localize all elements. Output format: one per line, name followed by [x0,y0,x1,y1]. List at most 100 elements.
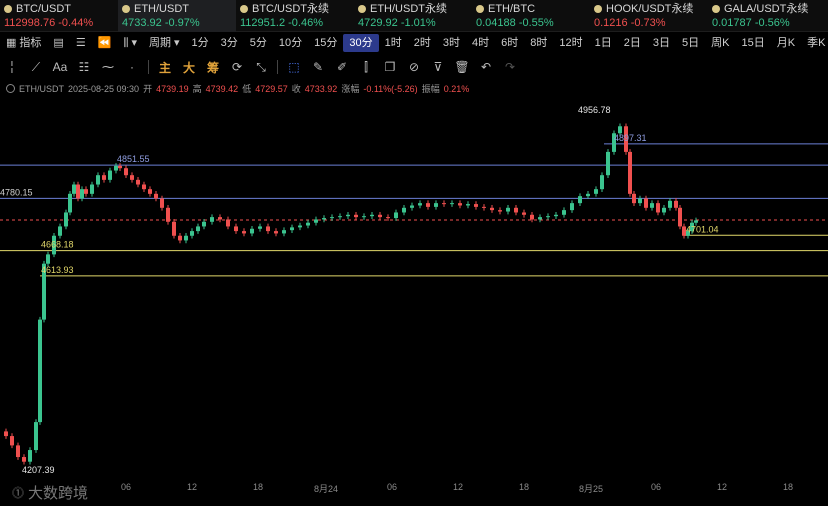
period-dropdown[interactable]: 周期 ▾ [143,34,186,52]
candle-body [10,436,14,446]
candle-body [482,206,486,208]
ticker-tab[interactable]: ETH/USDT 4733.92 -0.97% [118,0,236,32]
ticker-tab[interactable]: ETH/BTC 0.04188 -0.55% [472,0,590,32]
interval-button[interactable]: 1分 [186,34,215,52]
ticker-tab[interactable]: BTC/USDT永续 112951.2 -0.46% [236,0,354,32]
chip-button[interactable]: 筹 [201,59,225,76]
interval-button[interactable]: 5分 [244,34,273,52]
price-chart[interactable]: 4956.78 4897.31 4851.55 4780.15 4701.04 4668.… [0,96,828,478]
interval-button[interactable]: 3分 [215,34,244,52]
copy-icon[interactable]: ❐ [378,60,402,74]
price-label: 4668.18 [41,240,74,250]
trendline-tool-icon[interactable]: ⟋ [24,60,48,75]
redo-icon[interactable]: ↷ [498,60,522,74]
x-tick-label: 06 [650,482,662,492]
tag-icon[interactable]: ⊘ [402,60,426,74]
interval-button[interactable]: 月K [771,34,801,52]
candle-body [136,179,140,185]
interval-button[interactable]: 8时 [524,34,553,52]
candle-body [638,198,642,204]
candle-body [606,151,610,176]
rewind-button[interactable]: ⏪ [92,34,118,52]
divider [277,60,278,74]
rotate-icon[interactable]: ⟳ [225,60,249,74]
ticker-price: 0.01787 [712,17,752,29]
candle-body [632,193,636,204]
crosshair-tool-icon[interactable]: ╎ [0,60,24,74]
bars-icon[interactable]: ⫿ [354,60,378,75]
candle-body [386,217,390,219]
close-value: 4733.92 [304,83,338,94]
x-tick-label: 18 [252,482,264,492]
candle-body [218,217,222,220]
price-label: 4780.15 [0,187,33,197]
interval-button[interactable]: 周K [705,34,735,52]
interval-button[interactable]: 季K [801,34,828,52]
interval-button[interactable]: 30分 [343,34,379,52]
interval-button[interactable]: 15分 [308,34,343,52]
candle-body [258,226,262,229]
price-label: 4956.78 [578,105,611,115]
candles-icon: ⫼ [123,37,129,49]
pencil-icon[interactable]: ✐ [330,60,354,74]
measure-icon[interactable]: ⤡ [249,60,273,75]
candle-body [184,235,188,241]
text-tool-icon[interactable]: Aa [48,60,72,74]
interval-button[interactable]: 10分 [273,34,308,52]
interval-button[interactable]: 1日 [589,34,618,52]
interval-button[interactable]: 2时 [408,34,437,52]
select-icon[interactable]: ⬚ [282,60,306,74]
interval-button[interactable]: 3时 [437,34,466,52]
x-tick-label: 18 [518,482,530,492]
ticker-tab[interactable]: GALA/USDT永续 0.01787 -0.56% [708,0,826,32]
ticker-name: GALA/USDT永续 [724,3,809,15]
candle-body [498,210,502,212]
indicator-button[interactable]: ▦ 指标 [0,34,47,52]
ticker-change: -0.55% [518,17,554,29]
interval-button[interactable]: 5日 [676,34,705,52]
candle-body [522,212,526,215]
coin-icon [358,5,366,13]
candle-body [466,204,470,206]
candle-body [578,196,582,204]
interval-button[interactable]: 12时 [553,34,588,52]
layout-button[interactable]: ☰ [70,34,92,52]
interval-button[interactable]: 3日 [647,34,676,52]
candle-body [458,203,462,206]
candle-body [562,210,566,215]
candle-body [418,203,422,206]
brush-tool-icon[interactable]: ⁓ [96,60,120,74]
interval-button[interactable]: 1时 [379,34,408,52]
pen-icon[interactable]: ✎ [306,60,330,74]
candle-body [314,219,318,223]
ticker-price: 112998.76 [4,17,56,29]
interval-button[interactable]: 2日 [618,34,647,52]
candle-body [96,175,100,185]
settings-icon[interactable] [6,84,15,93]
candle-body [22,457,26,462]
candle-body [290,227,294,231]
ticker-tab[interactable]: HOOK/USDT永续 0.1216 -0.73% [590,0,708,32]
interval-button[interactable]: 15日 [735,34,770,52]
interval-button[interactable]: 4时 [466,34,495,52]
ticker-tab[interactable]: BTC/USDT 112998.76 -0.44% [0,0,118,32]
chart-type-button[interactable]: ⫼ ▾ [117,34,143,52]
fib-tool-icon[interactable]: ☷ [72,60,96,74]
main-indicator-button[interactable]: 主 [153,59,177,76]
trash-icon[interactable]: 🗑 [450,60,474,74]
candle-body [394,212,398,219]
ticker-tab[interactable]: ETH/USDT永续 4729.92 -1.01% [354,0,472,32]
filter-icon[interactable]: ⊽ [426,60,450,74]
dot-tool-icon[interactable]: · [120,60,144,74]
undo-icon[interactable]: ↶ [474,60,498,74]
candle-body [38,319,42,423]
calendar-button[interactable]: ▤ [47,34,69,52]
candle-body [282,230,286,234]
candle-body [594,189,598,194]
ticker-change: -0.56% [754,17,790,29]
big-order-button[interactable]: 大 [177,59,201,76]
candle-body [306,222,310,226]
rewind-icon: ⏪ [97,37,112,49]
candle-body [570,203,574,211]
interval-button[interactable]: 6时 [495,34,524,52]
